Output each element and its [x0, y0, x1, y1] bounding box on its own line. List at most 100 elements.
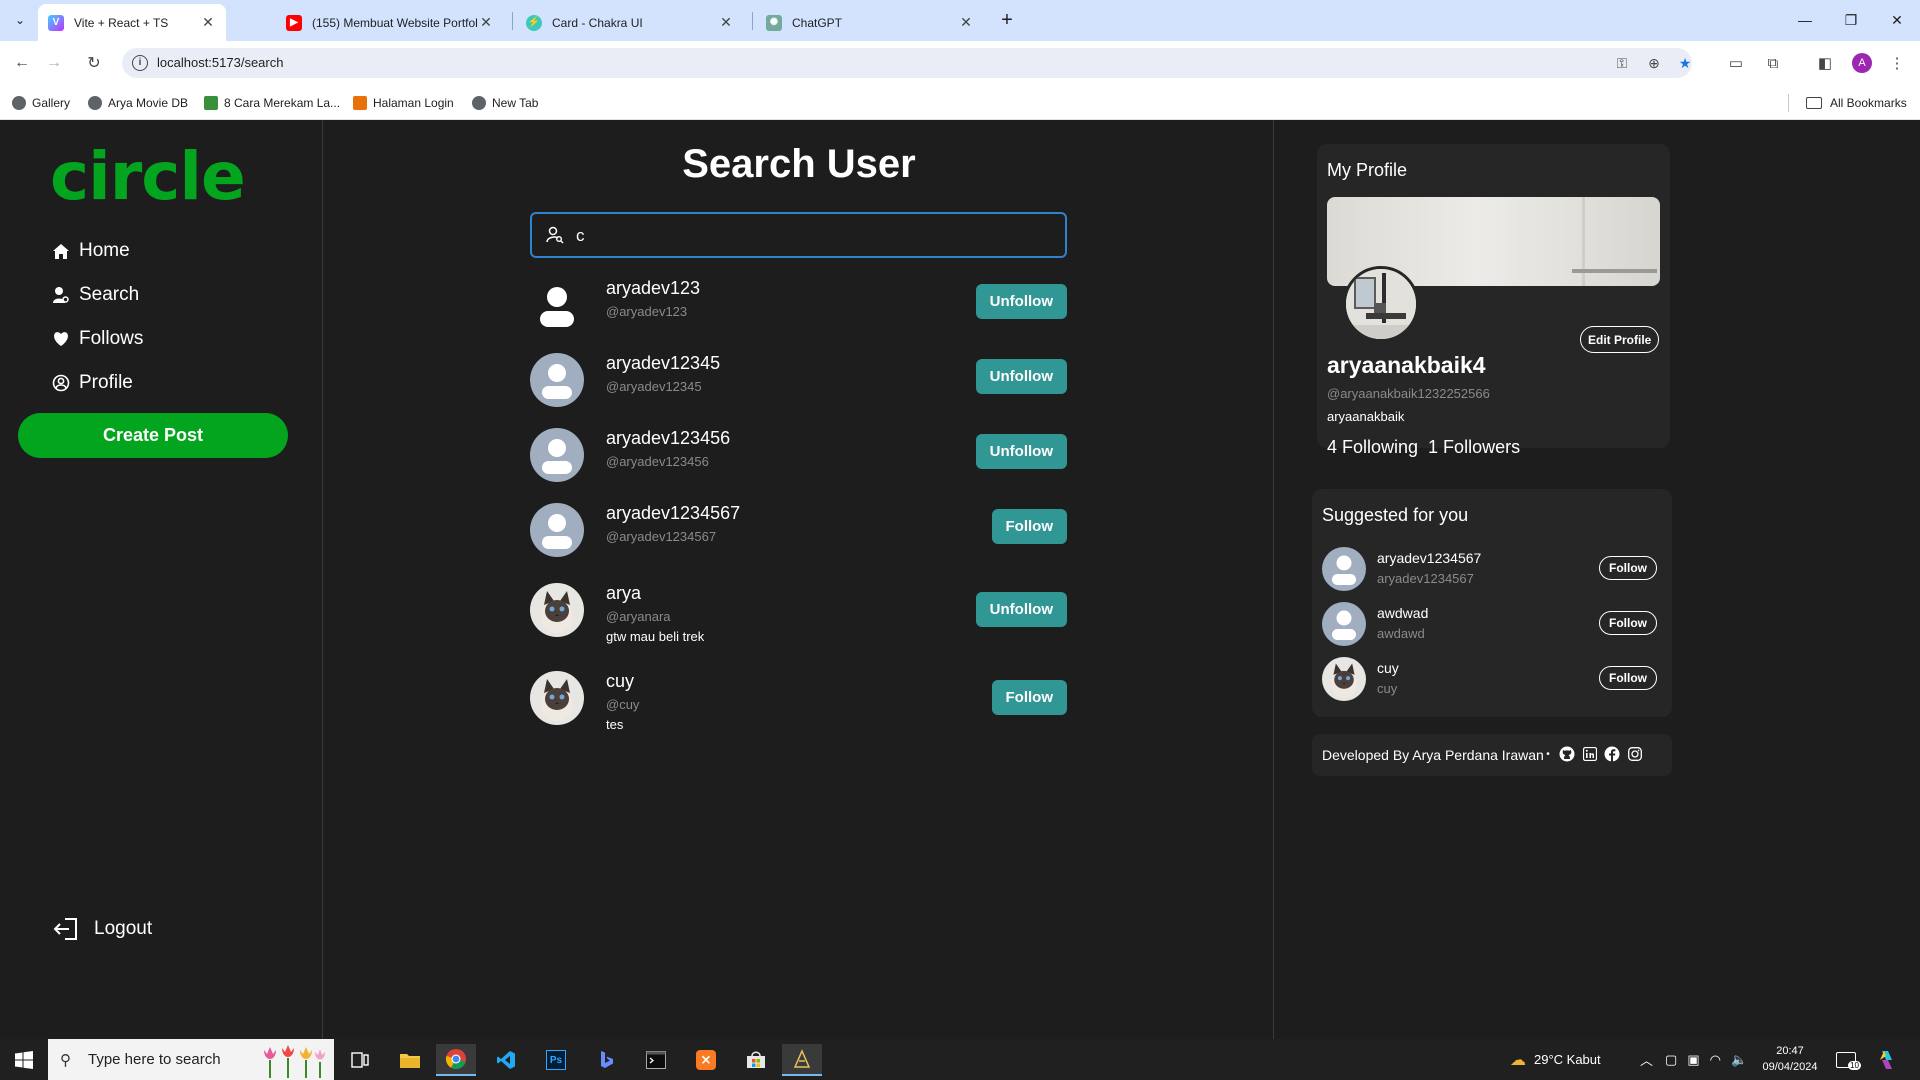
follow-button[interactable]: Follow — [991, 680, 1067, 715]
close-tab-icon[interactable]: ✕ — [958, 14, 974, 31]
nav-home[interactable]: Home — [50, 237, 130, 265]
system-clock[interactable]: 20:47 09/04/2024 — [1760, 1043, 1820, 1075]
unfollow-button[interactable]: Unfollow — [975, 592, 1067, 627]
side-panel-icon[interactable]: ◧ — [1814, 52, 1836, 74]
microsoft-store-icon[interactable] — [736, 1044, 776, 1076]
suggested-name[interactable]: awdwad — [1377, 605, 1428, 621]
followers-count[interactable]: 1 Followers — [1428, 437, 1520, 458]
bookmark-new-tab[interactable]: New Tab — [472, 95, 538, 111]
all-bookmarks-button[interactable]: All Bookmarks — [1806, 95, 1907, 111]
unfollow-button[interactable]: Unfollow — [975, 434, 1067, 469]
copilot-bing-icon[interactable] — [586, 1044, 626, 1076]
tab-youtube[interactable]: ▶ (155) Membuat Website Portfol ✕ — [276, 4, 504, 41]
instagram-icon[interactable] — [1627, 746, 1643, 762]
suggested-name[interactable]: aryadev1234567 — [1377, 550, 1481, 566]
suggested-user-row[interactable]: aryadev1234567 aryadev1234567 Follow — [1322, 547, 1657, 595]
site-info-icon[interactable]: i — [132, 55, 148, 71]
tab-search-menu-icon[interactable]: ⌄ — [8, 8, 32, 32]
unfollow-button[interactable]: Unfollow — [975, 284, 1067, 319]
unfollow-button[interactable]: Unfollow — [975, 359, 1067, 394]
bookmark-star-icon[interactable]: ★ — [1675, 54, 1695, 72]
copilot-tray-icon[interactable] — [1876, 1039, 1898, 1080]
show-hidden-icons-chevron-icon[interactable]: ︿ — [1640, 1050, 1653, 1069]
bookmark-halaman-login[interactable]: Halaman Login — [353, 95, 454, 111]
xampp-icon[interactable]: ⨯ — [686, 1044, 726, 1076]
suggested-name[interactable]: cuy — [1377, 660, 1399, 676]
cast-icon[interactable]: ▭ — [1725, 52, 1747, 74]
nav-profile[interactable]: Profile — [50, 369, 133, 397]
search-result-row[interactable]: cuy @cuy tes Follow — [530, 671, 1067, 741]
wifi-icon[interactable]: ◠ — [1710, 1052, 1721, 1068]
tab-chatgpt[interactable]: ✺ ChatGPT ✕ — [756, 4, 984, 41]
follow-button[interactable]: Follow — [1599, 666, 1657, 690]
back-arrow-icon[interactable]: ← — [10, 51, 34, 75]
display-icon[interactable]: ▣ — [1687, 1052, 1699, 1068]
nav-follows[interactable]: Follows — [50, 325, 143, 353]
notification-center-button[interactable]: 10 — [1836, 1039, 1861, 1080]
volume-icon[interactable]: 🔈 — [1731, 1052, 1747, 1068]
circle-logo[interactable]: circle — [50, 138, 246, 215]
reload-icon[interactable]: ↻ — [82, 51, 106, 75]
chrome-icon[interactable] — [436, 1044, 476, 1076]
zoom-icon[interactable]: ⊕ — [1644, 54, 1664, 72]
search-result-row[interactable]: aryadev123456 @aryadev123456 Unfollow — [530, 428, 1067, 488]
bookmark-gallery[interactable]: Gallery — [12, 95, 70, 111]
close-tab-icon[interactable]: ✕ — [200, 14, 216, 31]
follow-button[interactable]: Follow — [1599, 556, 1657, 580]
password-key-icon[interactable]: ⚿ — [1612, 54, 1632, 72]
tab-vite-react[interactable]: V Vite + React + TS ✕ — [38, 4, 226, 41]
forward-arrow-icon[interactable]: → — [42, 51, 66, 75]
follow-button[interactable]: Follow — [1599, 611, 1657, 635]
terminal-icon[interactable] — [636, 1044, 676, 1076]
result-name[interactable]: arya — [606, 583, 641, 604]
close-tab-icon[interactable]: ✕ — [478, 14, 494, 31]
create-post-button[interactable]: Create Post — [18, 413, 288, 458]
search-field[interactable] — [530, 212, 1067, 258]
restore-icon[interactable]: ❐ — [1828, 6, 1874, 34]
address-bar[interactable]: i localhost:5173/search ⚿ ⊕ ★ — [122, 48, 1692, 78]
bookmark-cara-merekam[interactable]: 8 Cara Merekam La... — [204, 95, 340, 111]
search-result-row[interactable]: aryadev12345 @aryadev12345 Unfollow — [530, 353, 1067, 413]
linkedin-icon[interactable] — [1582, 746, 1598, 762]
file-explorer-icon[interactable] — [390, 1044, 430, 1076]
github-icon[interactable] — [1559, 746, 1575, 762]
taskbar-search-box[interactable]: ⚲ Type here to search — [48, 1039, 334, 1080]
search-input[interactable] — [576, 222, 1046, 250]
edit-profile-button[interactable]: Edit Profile — [1580, 326, 1660, 353]
search-result-row[interactable]: arya @aryanara gtw mau beli trek Unfollo… — [530, 583, 1067, 653]
result-name[interactable]: aryadev123 — [606, 278, 700, 299]
profile-avatar[interactable] — [1343, 266, 1419, 342]
result-name[interactable]: aryadev123456 — [606, 428, 730, 449]
close-tab-icon[interactable]: ✕ — [718, 14, 734, 31]
follow-button[interactable]: Follow — [991, 509, 1067, 544]
close-window-icon[interactable]: ✕ — [1874, 6, 1920, 34]
vscode-icon[interactable] — [486, 1044, 526, 1076]
result-name[interactable]: aryadev1234567 — [606, 503, 740, 524]
windows-start-icon[interactable] — [0, 1039, 48, 1080]
suggested-user-row[interactable]: cuy cuy Follow — [1322, 657, 1657, 705]
task-view-icon[interactable] — [340, 1044, 380, 1076]
browser-profile-avatar[interactable]: A — [1852, 53, 1872, 73]
search-result-row[interactable]: aryadev123 @aryadev123 Unfollow — [530, 278, 1067, 338]
nav-search[interactable]: Search — [50, 281, 139, 309]
weather-widget[interactable]: ☁ 29°C Kabut — [1510, 1039, 1601, 1080]
result-name[interactable]: aryadev12345 — [606, 353, 720, 374]
bookmark-arya-movie-db[interactable]: Arya Movie DB — [88, 95, 188, 111]
more-menu-icon[interactable]: ⋮ — [1886, 52, 1908, 74]
photoshop-icon[interactable]: Ps — [536, 1044, 576, 1076]
pinned-app-icon[interactable] — [782, 1044, 822, 1076]
meet-now-icon[interactable]: ▢ — [1665, 1052, 1677, 1068]
following-count[interactable]: 4 Following — [1327, 437, 1418, 458]
facebook-icon[interactable] — [1604, 746, 1620, 762]
new-tab-plus-icon[interactable]: + — [995, 8, 1019, 32]
result-name[interactable]: cuy — [606, 671, 634, 692]
minimize-icon[interactable]: — — [1782, 6, 1828, 34]
tab-chakra[interactable]: ⚡ Card - Chakra UI ✕ — [516, 4, 744, 41]
extensions-puzzle-icon[interactable]: ⧉ — [1762, 52, 1784, 74]
url-text[interactable]: localhost:5173/search — [157, 55, 283, 70]
cat-avatar — [530, 583, 584, 637]
search-result-row[interactable]: aryadev1234567 @aryadev1234567 Follow — [530, 503, 1067, 563]
result-handle: @aryadev123456 — [606, 454, 709, 469]
logout-button[interactable]: Logout — [53, 917, 152, 941]
suggested-user-row[interactable]: awdwad awdawd Follow — [1322, 602, 1657, 650]
